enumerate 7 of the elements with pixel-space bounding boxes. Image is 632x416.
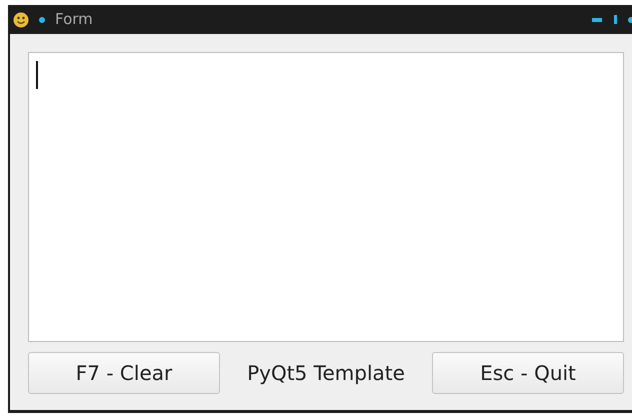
minimize-icon[interactable] — [592, 18, 602, 22]
push-button[interactable]: F7 - Clear — [28, 352, 220, 394]
push-button[interactable]: Esc - Quit — [432, 352, 624, 394]
footer-caption: PyQt5 Template — [246, 360, 406, 387]
window-title: Form — [55, 9, 93, 30]
smiley-icon — [13, 12, 29, 28]
text-cursor — [36, 61, 38, 89]
